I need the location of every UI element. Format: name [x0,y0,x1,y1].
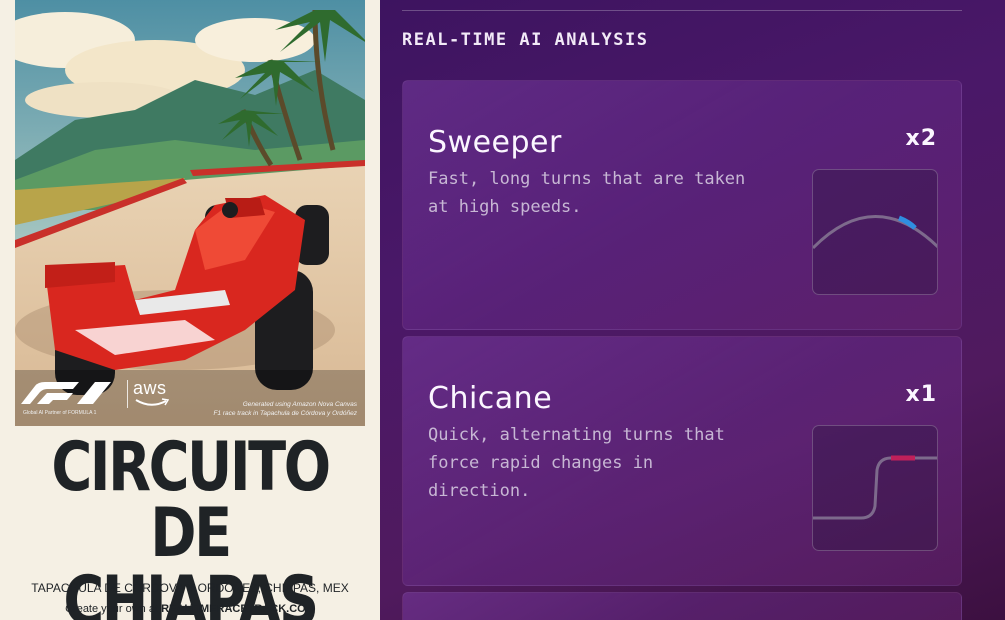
sweeper-curve-icon [813,215,937,250]
cta-site-link[interactable]: REALTIMERACETRACK.COM [161,603,315,615]
generated-line-1: Generated using Amazon Nova Canvas [242,401,357,408]
partner-text: Global AI Partner of FORMULA 1 [23,410,97,416]
generated-credit: Generated using Amazon Nova Canvas F1 ra… [213,400,357,418]
turn-card-partial[interactable] [402,592,962,620]
card-count: x1 [905,382,937,407]
aws-logo: aws [133,378,167,398]
card-description: Fast, long turns that are taken at high … [428,169,746,217]
poster-title-line-1: CIRCUITO [51,428,331,507]
card-count: x2 [905,126,937,151]
analysis-panel: REAL-TIME AI ANALYSIS Sweeper x2 Fast, l… [380,0,1005,620]
logo-separator [127,380,128,408]
panel-heading: REAL-TIME AI ANALYSIS [402,30,649,50]
generated-line-2: F1 race track in Tapachula de Córdova y … [213,410,357,417]
formula1-logo [21,382,111,404]
poster-artwork: aws Global AI Partner of FORMULA 1 Gener… [15,0,365,426]
card-title: Chicane [428,381,553,416]
sweeper-turn-thumbnail [812,169,938,295]
card-title: Sweeper [428,125,562,160]
poster-location: TAPACHULA DE CÓRDOVA Y ORDÓÑEZ, CHIAPAS,… [31,581,349,595]
aws-smile-icon [135,398,169,406]
chicane-turn-thumbnail [812,425,938,551]
chicane-curve-icon [813,455,937,520]
cta-prefix: Create your own at [65,603,162,615]
turn-card-sweeper[interactable]: Sweeper x2 Fast, long turns that are tak… [402,80,962,330]
poster-cta: Create your own at REALTIMERACETRACK.COM [0,603,380,615]
race-track-poster: aws Global AI Partner of FORMULA 1 Gener… [0,0,380,620]
turn-card-chicane[interactable]: Chicane x1 Quick, alternating turns that… [402,336,962,586]
card-description: Quick, alternating turns that force rapi… [428,425,725,501]
panel-divider [402,10,962,11]
f1-car-illustration [15,0,365,426]
poster-title-line-2: DE CHIAPAS [63,494,319,620]
